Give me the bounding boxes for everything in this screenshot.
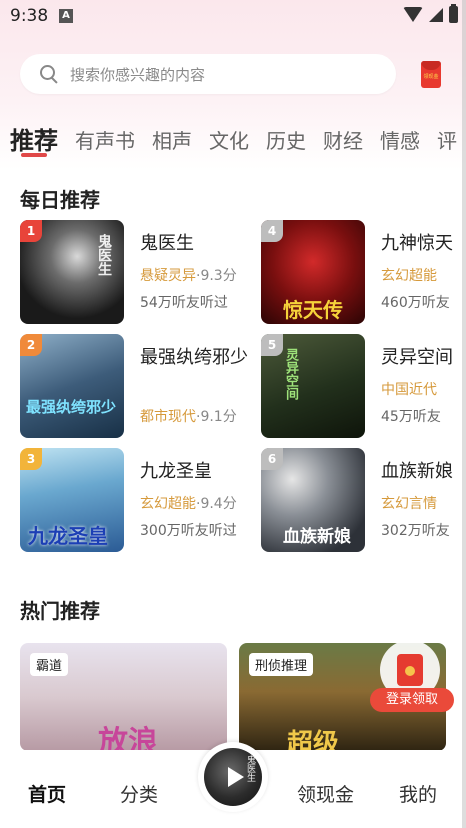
- book-score: ·9.3分: [196, 268, 237, 284]
- player-cover-title: 鬼医生: [245, 755, 255, 782]
- tab-history[interactable]: 历史: [266, 126, 306, 156]
- tab-indicator: [21, 153, 47, 157]
- scroll-edge: [462, 0, 466, 828]
- rank-badge: 2: [20, 334, 42, 356]
- book-listens: 45万听友: [381, 409, 441, 425]
- book-meta: 玄幻言情: [381, 493, 463, 513]
- tab-culture[interactable]: 文化: [209, 126, 249, 156]
- book-title: 鬼医生: [140, 233, 194, 254]
- book-card[interactable]: 灵异空间 5 灵异空间 中国近代 45万听友: [261, 334, 466, 438]
- bottom-nav: 首页 分类 鬼医生 领现金 我的: [0, 742, 466, 828]
- battery-icon: [449, 4, 458, 23]
- book-score: ·9.4分: [196, 496, 237, 512]
- book-card[interactable]: 最强纨绔邪少 2 最强纨绔邪少 都市现代·9.1分: [20, 334, 248, 438]
- tab-emotion[interactable]: 情感: [380, 126, 420, 156]
- book-card[interactable]: 惊天传 4 九神惊天 玄幻超能 460万听友: [261, 220, 466, 324]
- book-card[interactable]: 鬼医生 1 鬼医生 悬疑灵异·9.3分 54万听友听过: [20, 220, 240, 324]
- hot-section-title: 热门推荐: [20, 599, 100, 623]
- status-icons: [403, 4, 458, 23]
- book-title: 九龙圣皇: [140, 461, 212, 482]
- status-bar: 9:38 A: [0, 0, 466, 34]
- rank-badge: 1: [20, 220, 42, 242]
- tab-crosstalk[interactable]: 相声: [152, 126, 192, 156]
- cover-title: 最强纨绔邪少: [26, 398, 117, 416]
- tab-audiobook[interactable]: 有声书: [75, 126, 135, 156]
- rank-badge: 4: [261, 220, 283, 242]
- search-input[interactable]: 搜索你感兴趣的内容: [20, 54, 396, 94]
- book-genre: 玄幻超能: [381, 268, 437, 284]
- search-placeholder: 搜索你感兴趣的内容: [70, 65, 206, 84]
- book-listens: 300万听友听过: [140, 523, 237, 539]
- login-claim-button[interactable]: 登录领取: [370, 688, 454, 712]
- book-title: 灵异空间: [381, 347, 453, 368]
- book-meta: 玄幻超能·9.4分: [140, 493, 237, 513]
- redpacket-icon[interactable]: 领现金: [421, 61, 441, 88]
- player-button[interactable]: 鬼医生: [198, 742, 268, 812]
- book-listens: 460万听友: [381, 295, 450, 311]
- book-genre: 玄幻言情: [381, 496, 437, 512]
- tab-more[interactable]: 评: [437, 126, 457, 156]
- book-listens: 302万听友: [381, 523, 450, 539]
- book-genre: 玄幻超能: [140, 496, 196, 512]
- nav-cash[interactable]: 领现金: [297, 780, 354, 807]
- play-icon: [228, 767, 244, 787]
- book-meta: 中国近代: [381, 379, 463, 399]
- book-score: ·9.1分: [196, 409, 237, 425]
- rank-badge: 5: [261, 334, 283, 356]
- cover-title: 灵异空间: [283, 348, 298, 400]
- cover-title: 九龙圣皇: [28, 524, 108, 548]
- book-genre: 中国近代: [381, 382, 437, 398]
- book-card[interactable]: 血族新娘 6 血族新娘 玄幻言情 302万听友: [261, 448, 466, 552]
- hot-tag: 刑侦推理: [249, 653, 314, 676]
- hot-cover-title: 放浪: [98, 725, 158, 751]
- rank-badge: 6: [261, 448, 283, 470]
- book-genre: 都市现代: [140, 409, 196, 425]
- tab-finance[interactable]: 财经: [323, 126, 363, 156]
- wifi-icon: [403, 7, 423, 22]
- search-icon: [40, 65, 58, 83]
- signal-icon: [429, 7, 443, 22]
- nav-home[interactable]: 首页: [28, 780, 66, 807]
- book-title: 九神惊天: [381, 233, 453, 254]
- redpacket-label: 领现金: [423, 74, 439, 80]
- book-meta: 都市现代·9.1分: [140, 406, 237, 426]
- cover-title: 惊天传: [283, 298, 343, 322]
- player-cover: 鬼医生: [204, 748, 262, 806]
- daily-section-title: 每日推荐: [20, 188, 100, 212]
- rank-badge: 3: [20, 448, 42, 470]
- book-title: 血族新娘: [381, 461, 453, 482]
- book-title: 最强纨绔邪少: [140, 347, 248, 368]
- hot-cover-title: 超级: [287, 729, 340, 751]
- nav-category[interactable]: 分类: [120, 780, 158, 807]
- tab-recommend[interactable]: 推荐: [10, 126, 58, 156]
- category-tabs: 推荐 有声书 相声 文化 历史 财经 情感 评: [10, 116, 466, 156]
- book-meta: 悬疑灵异·9.3分: [140, 265, 237, 285]
- book-meta: 玄幻超能: [381, 265, 463, 285]
- notification-icon: A: [59, 9, 73, 23]
- hot-tag: 霸道: [30, 653, 69, 676]
- nav-mine[interactable]: 我的: [399, 780, 437, 807]
- cover-title: 血族新娘: [283, 527, 351, 547]
- hot-card[interactable]: 霸道 放浪: [20, 643, 227, 751]
- book-listens: 54万听友听过: [140, 295, 228, 311]
- status-time: 9:38: [10, 6, 49, 26]
- book-genre: 悬疑灵异: [140, 268, 196, 284]
- redpacket-icon: [397, 654, 423, 686]
- cover-title: 鬼医生: [96, 234, 112, 276]
- book-card[interactable]: 九龙圣皇 3 九龙圣皇 玄幻超能·9.4分 300万听友听过: [20, 448, 240, 552]
